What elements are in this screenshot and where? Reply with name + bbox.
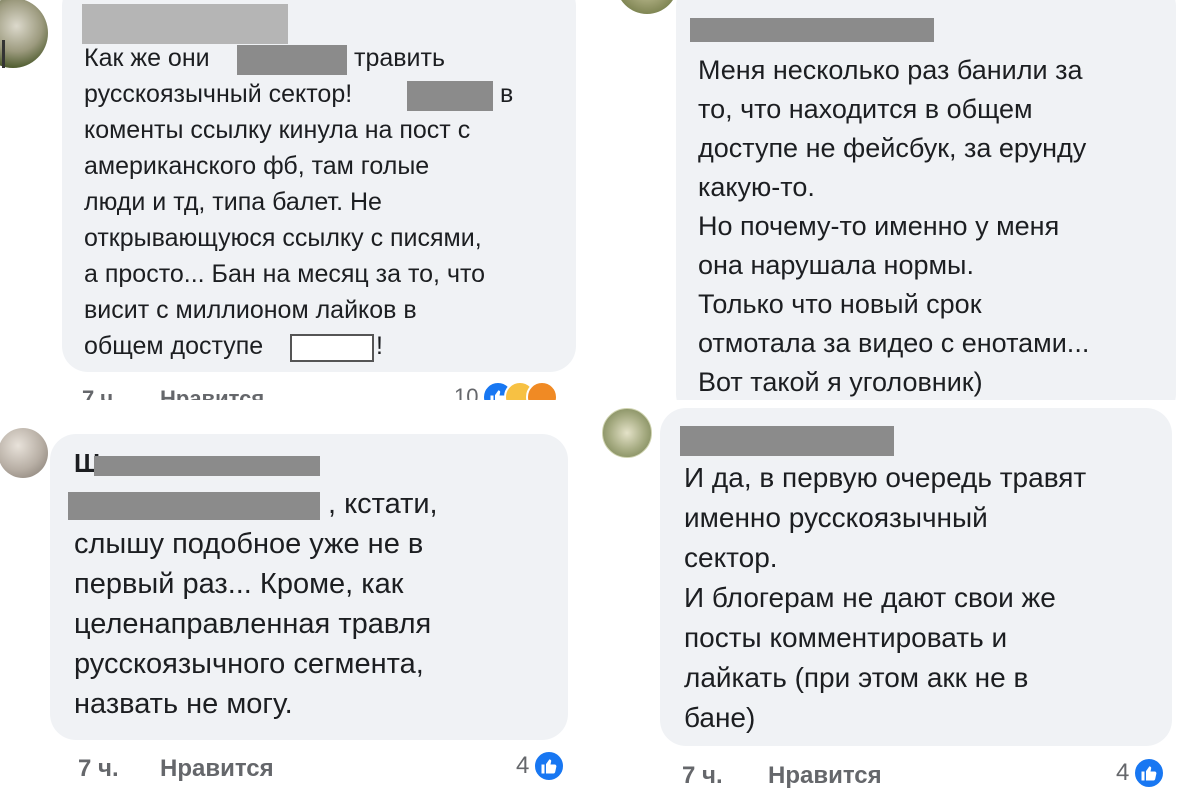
comment-line: Но почему-то именно у меня (698, 211, 1060, 241)
comment-footer: 7 ч. Нравится (82, 386, 264, 400)
comment-line: первый раз... Кроме, как (74, 568, 404, 600)
like-link[interactable]: Нравится (768, 762, 882, 790)
comment-line: в (500, 80, 514, 108)
comment-line: доступе не фейсбук, за ерунду (698, 133, 1087, 163)
comment-panel-1: Как же они травить русскоязычный сектор!… (0, 0, 600, 400)
comment-line: слышу подобное уже не в (74, 528, 424, 560)
like-reaction-icon (533, 750, 566, 782)
comment-line: общем доступе (84, 332, 264, 360)
comment-line: Как же они (84, 44, 210, 72)
avatar[interactable] (602, 408, 652, 458)
avatar[interactable] (0, 428, 48, 478)
comment-line: сектор. (684, 542, 778, 573)
redacted-author-name (680, 426, 894, 456)
comment-line: она нарушала нормы. (698, 250, 974, 280)
comment-bubble: И да, в первую очередь травят именно рус… (660, 408, 1172, 746)
redacted-text (237, 45, 347, 75)
redacted-mention (68, 492, 320, 520)
comment-line: целенаправленная травля (74, 608, 432, 640)
comment-line: коменты ссылку кинула на пост с (84, 116, 471, 144)
wow-reaction-icon (526, 381, 559, 400)
comment-footer: 7 ч. Нравится (78, 755, 274, 783)
comment-line: а просто... Бан на месяц за то, что (84, 260, 486, 288)
comment-line: русскоязычного сегмента, (74, 648, 424, 680)
reaction-count: 4 (1116, 759, 1130, 786)
comment-footer: 7 ч. Нравится (682, 762, 882, 790)
comment-line: то, что находится в общем (698, 94, 1033, 124)
comment-panel-2: Меня несколько раз банили за то, что нах… (600, 0, 1200, 400)
reaction-count: 4 (516, 752, 530, 779)
comment-line: И блогерам не дают свои же (684, 582, 1056, 613)
comment-line: Меня несколько раз банили за (698, 55, 1083, 85)
reaction-summary[interactable]: 4 (516, 750, 566, 782)
comment-line: бане) (684, 702, 756, 733)
redacted-author-name (94, 456, 320, 476)
crop-edge (2, 40, 5, 68)
comment-panel-4: И да, в первую очередь травят именно рус… (600, 400, 1200, 800)
comment-line: лайкать (при этом акк не в (684, 662, 1029, 693)
comment-panel-3: Ш , кстати, слышу подобное уже не в перв… (0, 400, 600, 800)
comment-line: , кстати, (328, 488, 438, 520)
comment-line: Только что новый срок (698, 289, 982, 319)
redacted-text (290, 334, 374, 362)
like-link[interactable]: Нравится (160, 386, 264, 400)
comment-line: американского фб, там голые (84, 152, 430, 180)
reaction-summary[interactable]: 4 (1116, 757, 1166, 789)
comment-line: отмотала за видео с енотами... (698, 328, 1090, 358)
redacted-author-name (690, 18, 934, 42)
comment-line: назвать не могу. (74, 688, 293, 720)
reaction-summary[interactable]: 10 (454, 381, 559, 400)
avatar[interactable] (0, 0, 48, 68)
comment-line: травить (354, 44, 445, 72)
like-reaction-icon (1133, 757, 1166, 789)
comment-line: висит с миллионом лайков в (84, 296, 417, 324)
timestamp[interactable]: 7 ч. (682, 762, 723, 789)
avatar[interactable] (616, 0, 678, 14)
comment-line: открывающуюся ссылку с писями, (84, 224, 482, 252)
redacted-author-name (82, 4, 288, 44)
timestamp[interactable]: 7 ч. (78, 755, 119, 782)
comment-bubble: Как же они травить русскоязычный сектор!… (62, 0, 576, 372)
redacted-text (407, 81, 493, 111)
comment-line: ! (376, 332, 383, 360)
like-link[interactable]: Нравится (160, 755, 274, 783)
comment-line: люди и тд, типа балет. Не (84, 188, 382, 216)
comment-line: Вот такой я уголовник) (698, 367, 983, 397)
comment-line: русскоязычный сектор! (84, 80, 353, 108)
comment-line: И да, в первую очередь травят (684, 462, 1087, 493)
reaction-count: 10 (454, 384, 479, 400)
comment-line: посты комментировать и (684, 622, 1008, 653)
timestamp[interactable]: 7 ч. (82, 386, 119, 400)
comment-bubble: Ш , кстати, слышу подобное уже не в перв… (50, 434, 568, 740)
comment-line: какую-то. (698, 172, 815, 202)
comment-line: именно русскоязычный (684, 502, 988, 533)
comment-bubble: Меня несколько раз банили за то, что нах… (676, 0, 1176, 400)
